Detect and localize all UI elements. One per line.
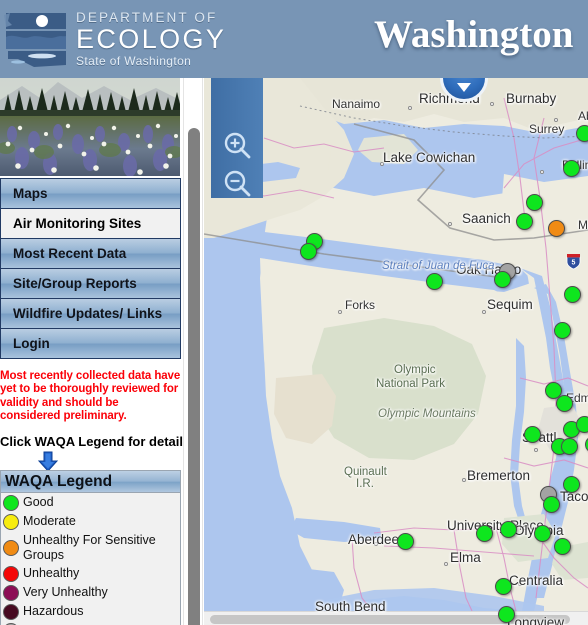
legend-label: Very Unhealthy (23, 585, 108, 600)
scrollbar-thumb-vertical[interactable] (188, 128, 200, 625)
site-marker[interactable] (516, 213, 533, 230)
city-dot (540, 170, 544, 174)
sidebar-item-site-group-reports[interactable]: Site/Group Reports (0, 268, 181, 299)
legend-color-dot-unhealthy-sensitive (3, 539, 19, 556)
city-dot (448, 222, 452, 226)
site-marker[interactable] (300, 243, 317, 260)
map-scrollbar-horizontal[interactable] (204, 611, 588, 625)
main-navigation: Maps Air Monitoring Sites Most Recent Da… (0, 178, 181, 359)
sidebar-item-login[interactable]: Login (0, 328, 181, 359)
site-marker[interactable] (554, 322, 571, 339)
interstate-5-shield-icon: 5 (566, 254, 581, 270)
legend-label: Good (23, 495, 54, 510)
site-marker[interactable] (563, 160, 580, 177)
legend-item-good: Good (1, 493, 180, 512)
site-marker[interactable] (554, 538, 571, 555)
logo-wordmark: DEPARTMENT OF ECOLOGY State of Washingto… (76, 11, 226, 67)
legend-label: Unhealthy For Sensitive Groups (23, 533, 156, 562)
sidebar-item-air-monitoring-sites[interactable]: Air Monitoring Sites (0, 208, 181, 239)
site-marker[interactable] (563, 476, 580, 493)
logo-line-ecology: ECOLOGY (76, 23, 227, 54)
preliminary-data-warning: Most recently collected data have yet to… (0, 370, 181, 423)
sidebar-item-wildfire-updates-links[interactable]: Wildfire Updates/ Links (0, 298, 181, 329)
left-sidebar: Maps Air Monitoring Sites Most Recent Da… (0, 78, 183, 625)
site-marker[interactable] (426, 273, 443, 290)
logo-line-state: State of Washington (76, 53, 192, 68)
city-dot (518, 582, 522, 586)
legend-item-moderate: Moderate (1, 512, 180, 531)
site-marker[interactable] (556, 395, 573, 412)
site-marker[interactable] (494, 271, 511, 288)
city-dot (380, 162, 384, 166)
wildflower-meadow-photo (0, 78, 180, 176)
legend-color-dot-very-unhealthy (3, 584, 19, 601)
magnifier-minus-icon[interactable] (222, 168, 252, 198)
city-dot (534, 448, 538, 452)
zoom-control-panel (211, 78, 263, 198)
wa-state-sun-mountain-logo-icon (4, 13, 66, 67)
site-header: DEPARTMENT OF ECOLOGY State of Washingto… (0, 0, 588, 78)
site-marker[interactable] (524, 426, 541, 443)
legend-color-dot-unhealthy (3, 565, 19, 582)
magnifier-plus-icon[interactable] (222, 130, 252, 160)
city-dot (374, 542, 378, 546)
site-marker[interactable] (576, 125, 588, 142)
legend-label: Hazardous (23, 604, 84, 619)
legend-cta-text: Click WAQA Legend for details (0, 434, 183, 449)
legend-item-unhealthy: Unhealthy (1, 564, 180, 583)
arrow-down-icon (37, 451, 59, 472)
legend-label: Moderate (23, 514, 76, 529)
nav-label: Maps (13, 186, 48, 201)
city-dot (462, 478, 466, 482)
site-marker[interactable] (495, 578, 512, 595)
legend-color-dot-moderate (3, 513, 19, 530)
city-dot (444, 562, 448, 566)
legend-item-no-data: No WAQA Data (1, 621, 180, 625)
legend-title[interactable]: WAQA Legend (1, 471, 180, 493)
city-dot (360, 102, 364, 106)
site-marker[interactable] (576, 416, 588, 433)
site-marker[interactable] (543, 496, 560, 513)
legend-item-very-unhealthy: Very Unhealthy (1, 583, 180, 602)
nav-label: Most Recent Data (13, 246, 127, 261)
air-quality-map-page: DEPARTMENT OF ECOLOGY State of Washingto… (0, 0, 588, 625)
waqa-legend-panel: WAQA Legend Good Moderate Unhealthy For … (0, 470, 181, 625)
city-dot (490, 102, 494, 106)
agency-logo[interactable]: DEPARTMENT OF ECOLOGY State of Washingto… (4, 7, 224, 71)
site-marker[interactable] (498, 606, 515, 623)
site-marker[interactable] (500, 521, 517, 538)
site-marker[interactable] (564, 286, 581, 303)
nav-label: Air Monitoring Sites (13, 216, 142, 231)
svg-text:5: 5 (572, 260, 576, 267)
site-marker[interactable] (548, 220, 565, 237)
sidebar-item-most-recent-data[interactable]: Most Recent Data (0, 238, 181, 269)
logo-line-department: DEPARTMENT OF (76, 10, 218, 26)
nav-label: Wildfire Updates/ Links (13, 306, 163, 321)
legend-label: Unhealthy (23, 566, 80, 581)
nav-label: Login (13, 336, 50, 351)
legend-color-dot-hazardous (3, 603, 19, 620)
city-dot (408, 106, 412, 110)
page-scrollbar-vertical[interactable] (183, 78, 203, 625)
legend-item-unhealthy-sensitive: Unhealthy For Sensitive Groups (1, 531, 180, 564)
site-marker[interactable] (476, 525, 493, 542)
legend-color-dot-good (3, 494, 19, 511)
site-marker[interactable] (534, 525, 551, 542)
air-quality-map[interactable]: 5 Nanaimo Richmond Burnaby Surrey Ab Lak… (204, 78, 588, 625)
legend-item-hazardous: Hazardous (1, 602, 180, 621)
site-marker[interactable] (526, 194, 543, 211)
nav-label: Site/Group Reports (13, 276, 137, 291)
city-dot (482, 310, 486, 314)
city-dot (338, 310, 342, 314)
scrollbar-thumb-horizontal[interactable] (210, 615, 570, 624)
site-marker[interactable] (561, 438, 578, 455)
page-title: Washington (374, 13, 574, 56)
site-marker[interactable] (397, 533, 414, 550)
city-dot (554, 118, 558, 122)
sidebar-item-maps[interactable]: Maps (0, 178, 181, 209)
